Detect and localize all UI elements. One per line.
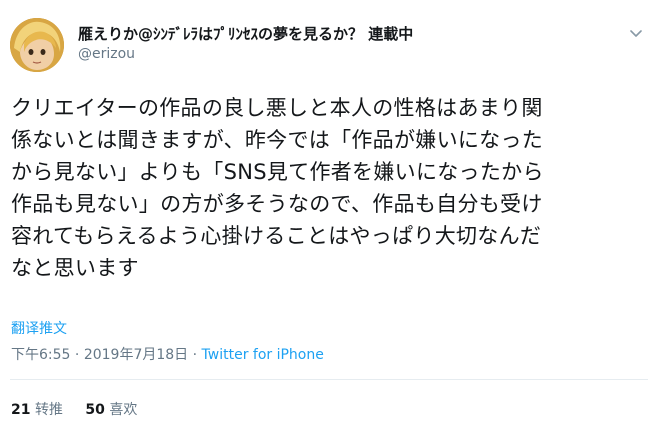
- author-handle[interactable]: @erizou: [78, 44, 413, 64]
- likes-count: 50: [85, 402, 105, 418]
- tweet-text: クリエイターの作品の良し悪しと本人の性格はあまり関 係ないとは聞きますが、昨今で…: [11, 96, 544, 280]
- author-display-name[interactable]: 雁えりか@ｼﾝﾃﾞﾚﾗはﾌﾟﾘﾝｾｽの夢を見るか？ 連載中: [78, 24, 413, 44]
- retweets-label: 转推: [34, 402, 63, 418]
- chevron-down-icon: [630, 30, 642, 37]
- meta-separator: ·: [192, 347, 198, 363]
- avatar[interactable]: [10, 18, 64, 72]
- retweets-count: 21: [11, 402, 31, 418]
- tweet-card: 雁えりか@ｼﾝﾃﾞﾚﾗはﾌﾟﾘﾝｾｽの夢を見るか？ 連載中 @erizou クリ…: [0, 0, 658, 432]
- translate-tweet-link[interactable]: 翻译推文: [11, 318, 67, 338]
- divider: [10, 379, 648, 380]
- retweets-stat[interactable]: 21 转推: [11, 399, 63, 419]
- tweet-date[interactable]: 2019年7月18日: [84, 347, 188, 363]
- avatar-image: [10, 18, 64, 72]
- meta-separator: ·: [74, 347, 80, 363]
- likes-label: 喜欢: [109, 402, 138, 418]
- tweet-time[interactable]: 下午6:55: [11, 347, 70, 363]
- tweet-source-link[interactable]: Twitter for iPhone: [202, 347, 324, 363]
- tweet-stats: 21 转推 50 喜欢: [11, 399, 155, 419]
- tweet-meta: 下午6:55 · 2019年7月18日 · Twitter for iPhone: [11, 344, 324, 364]
- likes-stat[interactable]: 50 喜欢: [85, 399, 137, 419]
- author-info: 雁えりか@ｼﾝﾃﾞﾚﾗはﾌﾟﾘﾝｾｽの夢を見るか？ 連載中 @erizou: [78, 24, 413, 64]
- tweet-menu-button[interactable]: [628, 26, 644, 40]
